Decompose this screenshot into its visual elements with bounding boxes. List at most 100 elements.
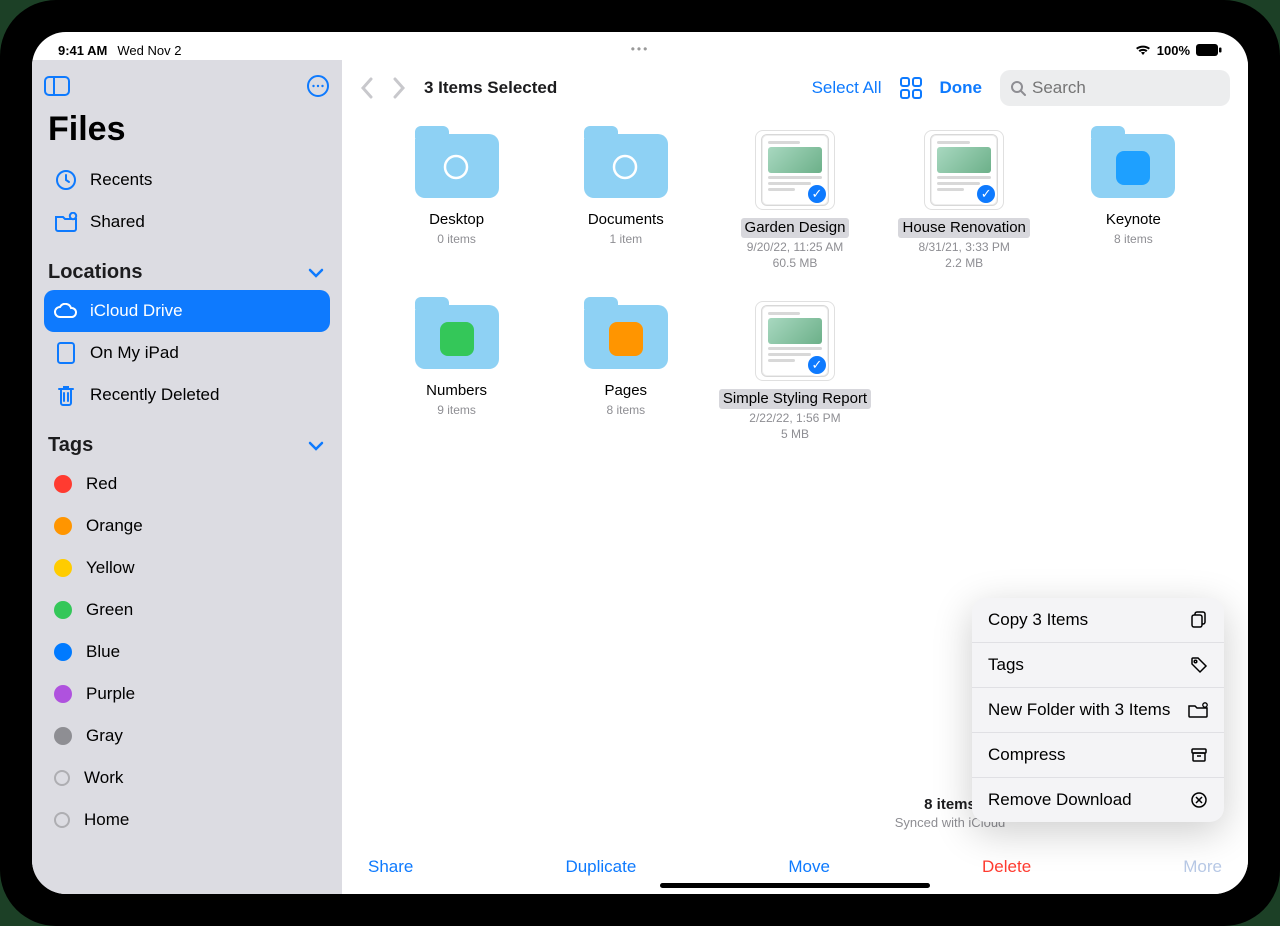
archive-icon [1190,746,1208,764]
sidebar-tag-item[interactable]: Yellow [44,547,330,589]
menu-label: Remove Download [988,790,1132,810]
file-name: Keynote [1102,210,1165,230]
sidebar-tag-item[interactable]: Home [44,799,330,841]
tag-color-icon [54,770,70,786]
section-label: Tags [48,434,93,457]
search-input[interactable] [1032,78,1248,98]
file-meta: 8 items [606,403,645,419]
sidebar-item-label: Purple [86,684,135,704]
delete-button[interactable]: Delete [982,857,1031,877]
clock-icon [54,168,78,192]
battery-percent: 100% [1157,43,1190,58]
sidebar-tag-item[interactable]: Green [44,589,330,631]
sidebar-item-label: On My iPad [90,343,179,363]
file-item[interactable]: Pages8 items [541,301,710,442]
search-field[interactable] [1000,70,1230,106]
file-name: Documents [584,210,668,230]
sidebar-section-tags[interactable]: Tags [44,416,330,463]
file-meta: 9 items [437,403,476,419]
menu-compress[interactable]: Compress [972,733,1224,778]
file-meta: 8 items [1114,232,1153,248]
shared-folder-icon [54,210,78,234]
menu-remove-download[interactable]: Remove Download [972,778,1224,822]
sidebar-item-shared[interactable]: Shared [44,201,330,243]
sidebar-toggle-icon[interactable] [44,76,70,96]
sidebar-tag-item[interactable]: Blue [44,631,330,673]
view-grid-icon[interactable] [900,77,922,99]
file-name: House Renovation [898,218,1029,238]
sidebar-item-label: iCloud Drive [90,301,183,321]
menu-new-folder-with-items[interactable]: New Folder with 3 Items [972,688,1224,733]
file-name: Simple Styling Report [719,389,871,409]
search-icon [1010,80,1026,96]
multitask-dots-icon[interactable]: ••• [631,42,650,56]
menu-tags[interactable]: Tags [972,643,1224,688]
icloud-icon [54,299,78,323]
tag-color-icon [54,517,72,535]
sidebar-item-label: Gray [86,726,123,746]
sidebar-item-label: Red [86,474,117,494]
sidebar-item-label: Shared [90,212,145,232]
menu-copy-items[interactable]: Copy 3 Items [972,598,1224,643]
sidebar-item-label: Green [86,600,133,620]
duplicate-button[interactable]: Duplicate [565,857,636,877]
ipad-icon [54,341,78,365]
remove-download-icon [1190,791,1208,809]
sidebar-item-recents[interactable]: Recents [44,159,330,201]
sidebar-item-icloud-drive[interactable]: iCloud Drive [44,290,330,332]
main-content: 3 Items Selected Select All Done [342,60,1248,894]
sidebar-item-label: Home [84,810,129,830]
sidebar-tag-item[interactable]: Orange [44,505,330,547]
sidebar-ellipsis-icon[interactable] [306,74,330,98]
selected-check-icon: ✓ [806,354,828,376]
share-button[interactable]: Share [368,857,413,877]
file-item[interactable]: ✓House Renovation8/31/21, 3:33 PM2.2 MB [880,130,1049,271]
file-item[interactable]: ✓Garden Design9/20/22, 11:25 AM60.5 MB [710,130,879,271]
wifi-icon [1135,44,1151,56]
file-item[interactable]: ✓ Simple Styling Report2/22/22, 1:56 PM5 … [710,301,879,442]
sidebar-tag-item[interactable]: Purple [44,673,330,715]
sidebar-item-label: Yellow [86,558,135,578]
tag-color-icon [54,643,72,661]
file-item[interactable]: Keynote 8 items [1049,130,1218,271]
sidebar-item-label: Orange [86,516,143,536]
move-button[interactable]: Move [788,857,830,877]
file-item[interactable]: Desktop0 items [372,130,541,271]
sidebar-item-on-my-ipad[interactable]: On My iPad [44,332,330,374]
chevron-down-icon [308,268,324,278]
file-item[interactable]: Numbers 9 items [372,301,541,442]
files-grid: Desktop0 itemsDocuments1 item✓Garden Des… [342,110,1248,442]
select-all-button[interactable]: Select All [812,78,882,98]
status-date: Wed Nov 2 [117,43,181,58]
sidebar-tag-item[interactable]: Gray [44,715,330,757]
more-menu-popup: Copy 3 Items Tags New Folder with 3 Item… [972,598,1224,822]
nav-forward-icon[interactable] [392,77,406,99]
battery-icon [1196,44,1222,56]
sidebar-tag-item[interactable]: Red [44,463,330,505]
chevron-down-icon [308,441,324,451]
menu-label: Tags [988,655,1024,675]
tag-color-icon [54,601,72,619]
menu-label: Compress [988,745,1065,765]
sidebar: Files Recents Shared Locations [32,60,342,894]
copy-icon [1190,611,1208,629]
file-item[interactable]: Documents 1 item [541,130,710,271]
sidebar-item-recently-deleted[interactable]: Recently Deleted [44,374,330,416]
file-name: Numbers [422,381,491,401]
done-button[interactable]: Done [940,78,983,98]
file-meta: 1 item [609,232,642,248]
sidebar-tag-item[interactable]: Work [44,757,330,799]
file-meta: 2/22/22, 1:56 PM5 MB [749,411,840,442]
file-name: Garden Design [741,218,850,238]
sidebar-section-locations[interactable]: Locations [44,243,330,290]
home-indicator[interactable] [660,883,930,888]
sidebar-item-label: Recents [90,170,152,190]
sidebar-title: Files [48,110,326,149]
tag-color-icon [54,685,72,703]
tag-color-icon [54,559,72,577]
more-button[interactable]: More [1183,857,1222,877]
menu-label: New Folder with 3 Items [988,700,1170,720]
nav-back-icon[interactable] [360,77,374,99]
selection-count: 3 Items Selected [424,78,557,98]
tag-icon [1190,656,1208,674]
